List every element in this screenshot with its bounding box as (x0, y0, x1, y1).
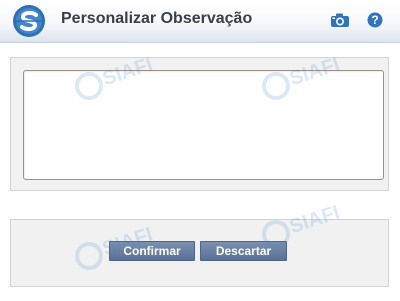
help-icon-glyph: ? (371, 13, 378, 27)
observation-textarea[interactable] (23, 70, 384, 180)
actions-panel: Confirmar Descartar (10, 219, 389, 287)
siafi-logo-icon (13, 5, 45, 37)
discard-button[interactable]: Descartar (200, 241, 287, 261)
page-title: Personalizar Observação (61, 10, 253, 27)
camera-icon[interactable] (330, 12, 350, 28)
observation-panel (10, 57, 389, 191)
confirm-button[interactable]: Confirmar (109, 241, 195, 261)
help-icon[interactable]: ? (367, 12, 383, 28)
header-bar: Personalizar Observação ? (0, 0, 400, 43)
